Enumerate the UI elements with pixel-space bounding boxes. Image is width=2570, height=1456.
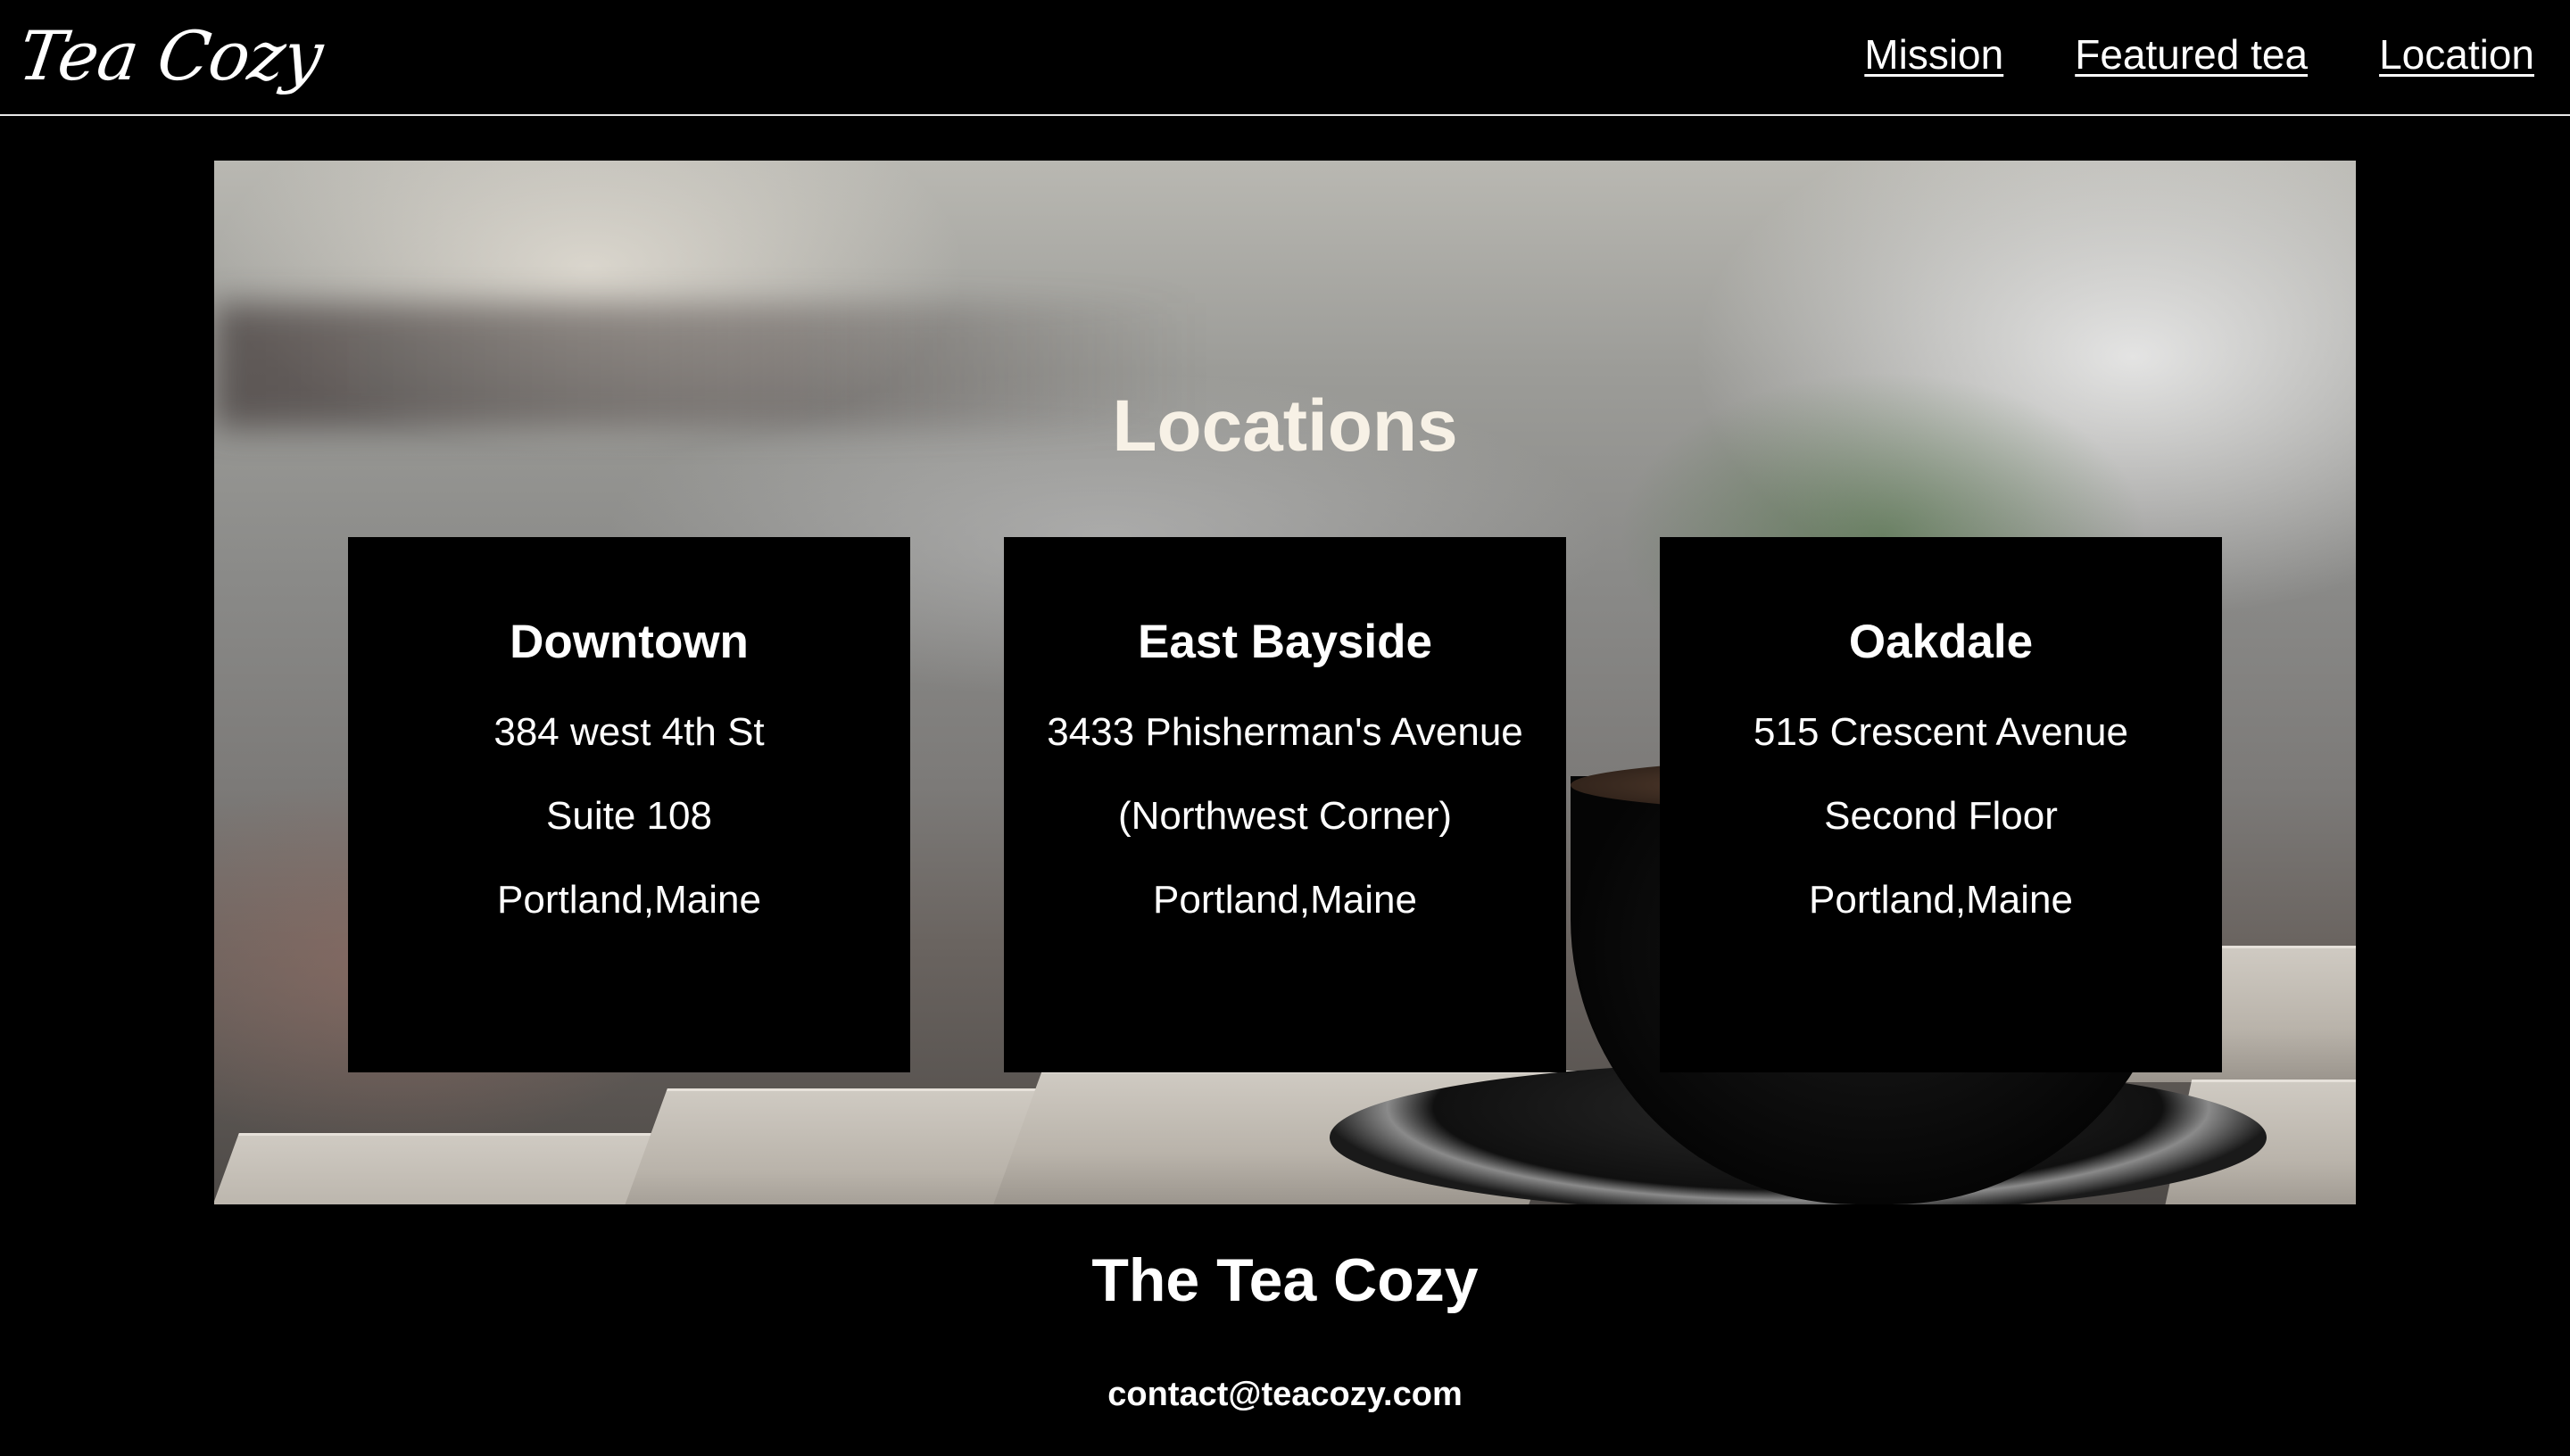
location-address-line: 384 west 4th St [493, 710, 765, 754]
footer-title: The Tea Cozy [1091, 1246, 1479, 1314]
locations-title: Locations [1112, 385, 1458, 467]
location-card-downtown: Downtown 384 west 4th St Suite 108 Portl… [348, 537, 910, 1072]
location-address-line: Second Floor [1824, 794, 2058, 838]
location-address-line: Portland,Maine [1153, 878, 1417, 922]
footer-email[interactable]: contact@teacozy.com [0, 1370, 2570, 1419]
nav-link-mission[interactable]: Mission [1864, 30, 2003, 79]
locations-hero: Locations Downtown 384 west 4th St Suite… [214, 161, 2356, 1204]
location-address-line: Suite 108 [546, 794, 712, 838]
location-address-line: 515 Crescent Avenue [1753, 710, 2128, 754]
location-name: Downtown [510, 616, 749, 668]
location-address-line: Portland,Maine [1809, 878, 2073, 922]
location-address-line: (Northwest Corner) [1117, 794, 1453, 838]
site-header: Tea Cozy Mission Featured tea Location [0, 0, 2570, 116]
location-name: East Bayside [1138, 616, 1432, 668]
location-address-line: 3433 Phisherman's Avenue [1047, 710, 1523, 754]
main-nav: Mission Featured tea Location [1864, 30, 2534, 79]
location-card-east-bayside: East Bayside 3433 Phisherman's Avenue (N… [1004, 537, 1566, 1072]
logo[interactable]: Tea Cozy [14, 16, 327, 96]
location-card-oakdale: Oakdale 515 Crescent Avenue Second Floor… [1660, 537, 2222, 1072]
location-address-line: Portland,Maine [497, 878, 761, 922]
nav-link-location[interactable]: Location [2379, 30, 2534, 79]
nav-link-featured-tea[interactable]: Featured tea [2075, 30, 2308, 79]
location-name: Oakdale [1848, 616, 2034, 668]
